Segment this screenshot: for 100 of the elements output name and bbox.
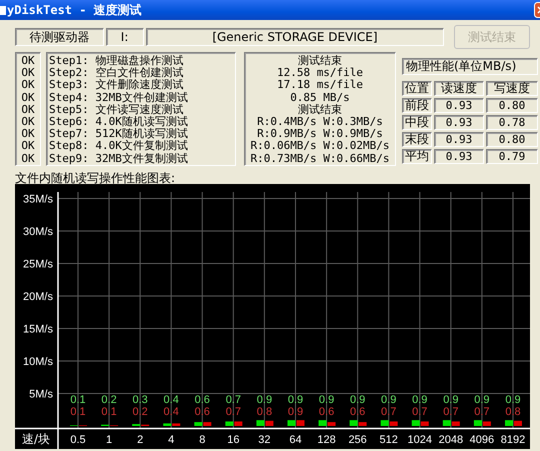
chart-title: 文件内随机读写操作性能图表: — [14, 170, 176, 184]
step-label: Step6: 4.0K随机读写测试 — [49, 116, 189, 128]
value-label: 0.4 — [164, 406, 179, 418]
status-text: OK — [21, 55, 35, 68]
value-label: 0.7 — [226, 394, 241, 406]
device-name: [Generic STORAGE DEVICE] — [146, 28, 444, 46]
y-tick-label: 35M/s — [23, 194, 53, 206]
row-header: 前段 — [402, 98, 432, 113]
x-tick-label: 2 — [137, 434, 144, 446]
value-label: 0.6 — [318, 406, 334, 418]
table-cell: 0.80 — [486, 132, 538, 147]
table-cell: 0.79 — [486, 149, 538, 164]
row-header: 平均 — [402, 149, 432, 164]
y-tick-label: 20M/s — [23, 291, 53, 303]
x-tick-label: 1 — [106, 434, 112, 446]
value-label: 0.8 — [505, 406, 521, 418]
x-tick-label: 16 — [227, 434, 240, 446]
drive-label: 待测驱动器 — [15, 28, 104, 46]
result-text: 测试结束 — [297, 55, 343, 68]
table-cell: 0.93 — [434, 98, 484, 113]
step-label: Step3: 文件删除速度测试 — [49, 79, 184, 92]
value-label: 0.1 — [70, 394, 86, 406]
value-label: 0.9 — [318, 394, 334, 406]
value-label: 0.1 — [70, 406, 86, 418]
x-tick-label: 64 — [289, 434, 302, 446]
value-label: 0.9 — [412, 394, 428, 406]
x-tick-label: 8192 — [500, 434, 526, 446]
result-text: 测试结束 — [297, 104, 343, 116]
x-tick-label: 32 — [258, 434, 271, 446]
x-tick-label: 2048 — [438, 434, 464, 446]
value-label: 0.9 — [505, 394, 521, 406]
column-header: 写速度 — [486, 81, 538, 96]
step-label: Step8: 4.0K文件复制测试 — [49, 140, 189, 152]
column-header: 读速度 — [434, 81, 484, 96]
drive-letter: I: — [106, 28, 144, 46]
value-label: 0.9 — [288, 406, 304, 418]
value-label: 0.2 — [132, 406, 148, 418]
value-label: 0.9 — [350, 394, 366, 406]
step-label: Step7: 512K随机读写测试 — [49, 128, 189, 140]
column-header: 位置 — [402, 81, 432, 96]
x-tick-label: 512 — [380, 434, 398, 446]
value-label: 0.9 — [381, 394, 396, 406]
status-text: OK — [21, 116, 35, 128]
app-icon — [0, 6, 6, 14]
status-text: OK — [21, 152, 35, 165]
result-text: 12.58 ms/file — [276, 67, 364, 80]
value-label: 0.7 — [381, 406, 396, 418]
row-header: 末段 — [402, 132, 432, 147]
y-tick-label: 5M/s — [29, 388, 53, 400]
table-cell: 0.93 — [434, 132, 484, 147]
step-label: Step5: 文件读写速度测试 — [49, 104, 184, 116]
panel-title: 物理性能(单位MB/s) — [402, 58, 538, 75]
value-label: 0.7 — [226, 406, 241, 418]
value-label: 0.2 — [101, 394, 117, 406]
table-cell: 0.80 — [486, 98, 538, 113]
x-tick-label: 256 — [348, 434, 367, 446]
value-label: 0.7 — [443, 406, 458, 418]
value-label: 0.4 — [164, 394, 179, 406]
status-text: OK — [21, 128, 35, 140]
y-tick-label: 25M/s — [23, 258, 53, 270]
close-button[interactable] — [534, 2, 540, 18]
y-tick-label: 10M/s — [23, 356, 53, 368]
value-label: 0.9 — [288, 394, 304, 406]
value-label: 0.3 — [132, 394, 148, 406]
value-label: 0.9 — [443, 394, 458, 406]
value-label: 0.7 — [474, 406, 490, 418]
x-tick-label: 0.5 — [70, 434, 86, 446]
value-label: 0.6 — [194, 406, 210, 418]
axis-title: 速/块 — [22, 432, 50, 446]
status-text: OK — [21, 92, 35, 104]
status-text: OK — [21, 67, 35, 80]
x-tick-label: 1024 — [408, 434, 432, 446]
table-cell: 0.78 — [486, 115, 538, 130]
x-tick-label: 4 — [168, 434, 174, 446]
result-text: 17.18 ms/file — [276, 79, 364, 92]
x-tick-label: 4096 — [470, 434, 494, 446]
row-header: 中段 — [402, 115, 432, 130]
step-label: Step2: 空白文件创建测试 — [49, 67, 184, 80]
table-cell: 0.93 — [434, 149, 484, 164]
value-label: 0.9 — [256, 394, 272, 406]
step-label: Step9: 32MB文件复制测试 — [49, 152, 189, 165]
y-tick-label: 30M/s — [23, 226, 53, 238]
status-text: OK — [21, 104, 35, 116]
result-text: R:0.9MB/s W:0.9MB/s — [256, 128, 384, 140]
value-label: 0.9 — [474, 394, 490, 406]
status-text: OK — [21, 79, 35, 92]
table-cell: 0.93 — [434, 115, 484, 130]
value-label: 0.8 — [256, 406, 272, 418]
value-label: 0.7 — [412, 406, 428, 418]
x-tick-label: 128 — [317, 434, 336, 446]
window-title: yDiskTest - 速度测试 — [7, 2, 142, 18]
step-label: Step1: 物理磁盘操作测试 — [49, 55, 184, 67]
step-label: Step4: 32MB文件创建测试 — [49, 92, 189, 104]
value-label: 0.6 — [350, 406, 366, 418]
result-text: 0.85 MB/s — [289, 92, 351, 104]
result-text: R:0.73MB/s W:0.66MB/s — [249, 152, 391, 165]
result-text: R:0.06MB/s W:0.02MB/s — [249, 140, 391, 153]
value-label: 0.1 — [101, 406, 117, 418]
status-text: OK — [21, 140, 35, 153]
value-label: 0.6 — [194, 394, 210, 406]
